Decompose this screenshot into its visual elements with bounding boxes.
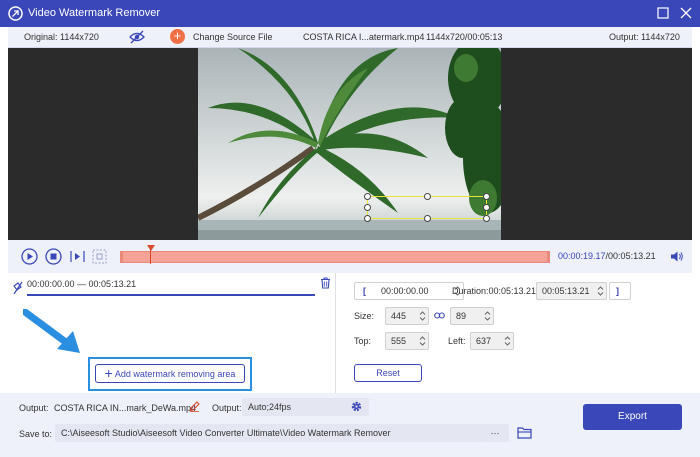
left-field[interactable]: 637 xyxy=(470,332,514,350)
volume-icon[interactable] xyxy=(670,250,684,263)
eraser-icon xyxy=(13,281,23,295)
link-icon[interactable] xyxy=(434,311,445,320)
close-button[interactable] xyxy=(678,5,694,21)
start-time-field[interactable]: 00:00:00.00 xyxy=(381,283,429,299)
app-logo-icon xyxy=(8,6,23,21)
resize-handle[interactable] xyxy=(424,215,431,222)
left-label: Left: xyxy=(448,336,466,346)
duration-label: Duration:00:05:13.21 xyxy=(452,286,537,296)
resize-handle[interactable] xyxy=(424,193,431,200)
playhead-marker[interactable] xyxy=(147,245,155,251)
start-time-group: [ 00:00:00.00 xyxy=(354,282,464,300)
browse-button[interactable]: ··· xyxy=(481,424,509,442)
watermark-selection-box[interactable] xyxy=(364,193,490,222)
output-format-label: Output: xyxy=(212,403,242,413)
reset-button[interactable]: Reset xyxy=(354,364,422,382)
trash-icon[interactable] xyxy=(320,277,331,289)
output-resolution: Output: 1144x720 xyxy=(609,32,680,42)
height-field[interactable]: 89 xyxy=(450,307,494,325)
segment-panel: 00:00:00.00 — 00:05:13.21 + Add watermar… xyxy=(8,273,336,393)
total-time: /00:05:13.21 xyxy=(605,251,656,261)
current-time: 00:00:19.17/00:05:13.21 xyxy=(558,251,656,261)
save-to-label: Save to: xyxy=(19,429,53,439)
plus-icon: + xyxy=(104,365,113,381)
footer-bar: Output: COSTA RICA IN...mark_DeWa.mp4 Ou… xyxy=(0,393,700,457)
add-area-highlight: + Add watermark removing area xyxy=(88,357,252,391)
output-label: Output: xyxy=(19,403,49,413)
timeline-track[interactable] xyxy=(120,245,550,264)
top-label: Top: xyxy=(354,336,372,346)
export-button[interactable]: Export xyxy=(583,404,682,430)
gear-icon[interactable] xyxy=(350,400,363,413)
info-bar: Original: 1144x720 + Change Source File … xyxy=(8,27,692,48)
resize-handle[interactable] xyxy=(483,215,490,222)
size-label: Size: xyxy=(354,311,375,321)
change-source-button[interactable]: Change Source File xyxy=(193,32,273,42)
set-start-button[interactable]: [ xyxy=(363,283,366,299)
settings-panel: [ 00:00:00.00 Duration:00:05:13.21 00:05… xyxy=(337,273,692,393)
next-frame-icon[interactable] xyxy=(69,248,86,265)
timeline-end-handle[interactable] xyxy=(547,251,550,263)
folder-icon[interactable] xyxy=(517,426,532,439)
top-field[interactable]: 555 xyxy=(385,332,429,350)
resize-handle[interactable] xyxy=(364,204,371,211)
left-stepper[interactable] xyxy=(504,335,511,347)
resize-handle[interactable] xyxy=(483,204,490,211)
resize-handle[interactable] xyxy=(364,215,371,222)
title-bar: Video Watermark Remover xyxy=(0,0,700,27)
clip-icon[interactable] xyxy=(91,248,108,265)
height-stepper[interactable] xyxy=(484,310,491,322)
maximize-button[interactable] xyxy=(655,5,671,21)
eye-icon[interactable] xyxy=(129,30,145,44)
change-source-icon[interactable]: + xyxy=(170,29,185,44)
resize-handle[interactable] xyxy=(364,193,371,200)
segment-bar[interactable] xyxy=(27,294,315,296)
resize-handle[interactable] xyxy=(483,193,490,200)
set-end-button[interactable]: ] xyxy=(609,282,631,300)
pencil-icon[interactable] xyxy=(189,401,200,412)
original-resolution: Original: 1144x720 xyxy=(24,32,99,42)
top-stepper[interactable] xyxy=(419,335,426,347)
window-title: Video Watermark Remover xyxy=(28,7,161,19)
arrow-pointer-icon xyxy=(23,309,80,353)
width-field[interactable]: 445 xyxy=(385,307,429,325)
output-file-name: COSTA RICA IN...mark_DeWa.mp4 xyxy=(54,403,197,413)
width-stepper[interactable] xyxy=(419,310,426,322)
end-time-field[interactable]: 00:05:13.21 xyxy=(536,282,607,300)
add-watermark-area-button[interactable]: + Add watermark removing area xyxy=(95,364,245,383)
playback-controls: 00:00:19.17/00:05:13.21 xyxy=(8,240,692,273)
play-icon[interactable] xyxy=(21,248,38,265)
timeline-start-handle[interactable] xyxy=(120,251,123,263)
source-file-info: 1144x720/00:05:13 xyxy=(426,32,503,42)
source-file-name: COSTA RICA I...atermark.mp4 xyxy=(303,32,425,42)
segment-range: 00:00:00.00 — 00:05:13.21 xyxy=(27,279,137,289)
video-preview xyxy=(8,48,692,240)
save-path-field[interactable]: C:\Aiseesoft Studio\Aiseesoft Video Conv… xyxy=(55,424,481,442)
end-time-stepper[interactable] xyxy=(597,285,604,297)
stop-icon[interactable] xyxy=(45,248,62,265)
